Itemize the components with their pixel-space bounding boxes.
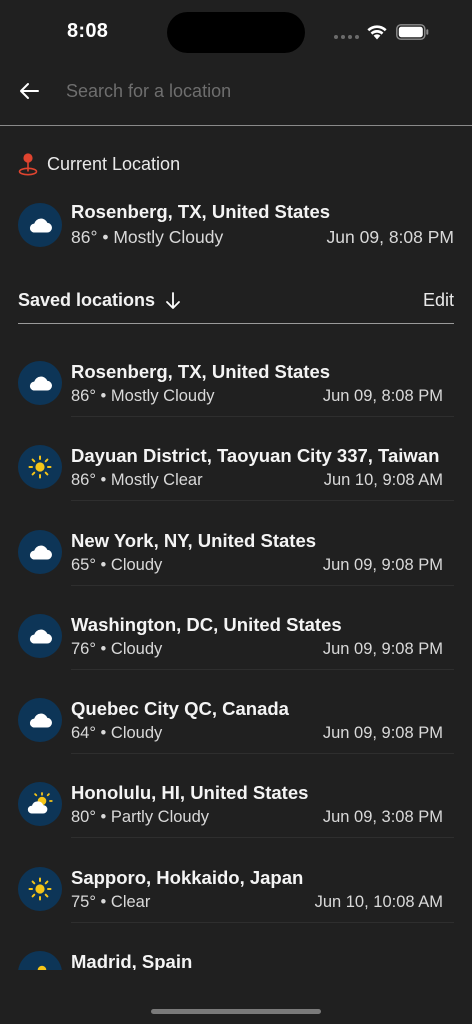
row-divider bbox=[71, 753, 454, 755]
back-button[interactable] bbox=[14, 76, 44, 106]
saved-location-row[interactable]: Quebec City QC, Canada 64° • Cloudy Jun … bbox=[18, 683, 454, 767]
location-weather: 80° • Partly Cloudy bbox=[71, 808, 210, 827]
location-name: New York, NY, United States bbox=[71, 529, 317, 551]
condition: Mostly Clear bbox=[110, 471, 203, 490]
location-name: Dayuan District, Taoyuan City 337, Taiwa… bbox=[71, 445, 440, 467]
saved-divider bbox=[18, 323, 454, 324]
status-bar: 8:08 bbox=[0, 0, 472, 60]
location-weather: 86° • Mostly Cloudy bbox=[71, 387, 215, 405]
edit-button[interactable]: Edit bbox=[423, 290, 454, 311]
temperature: 75° bbox=[71, 892, 96, 911]
saved-location-row[interactable]: Honolulu, HI, United States 80° • Partly… bbox=[18, 767, 454, 851]
location-datetime: Jun 09, 9:08 PM bbox=[322, 724, 443, 743]
location-name: Sapporo, Hokkaido, Japan bbox=[71, 866, 304, 888]
location-name: Washington, DC, United States bbox=[71, 613, 342, 635]
current-location-section: Current Location bbox=[18, 150, 458, 178]
search-input[interactable] bbox=[66, 76, 446, 106]
saved-locations-sort-toggle[interactable]: Saved locations bbox=[18, 290, 181, 311]
row-divider bbox=[71, 584, 454, 586]
condition: Mostly Cloudy bbox=[113, 227, 224, 247]
partly-cloudy-icon bbox=[37, 965, 47, 970]
weather-badge bbox=[18, 782, 62, 827]
location-weather: 76° • Cloudy bbox=[71, 639, 163, 658]
weather-badge bbox=[18, 613, 62, 658]
location-pin-icon bbox=[18, 153, 38, 176]
cloud-icon bbox=[29, 713, 53, 728]
condition: Mostly Cloudy bbox=[110, 387, 215, 405]
location-name: Rosenberg, TX, United States bbox=[71, 361, 331, 382]
location-name: Madrid, Spain bbox=[71, 951, 193, 970]
home-indicator bbox=[151, 1009, 321, 1014]
location-name: Rosenberg, TX, United States bbox=[71, 201, 331, 222]
current-location-label-text: Current Location bbox=[47, 153, 181, 174]
wifi-icon bbox=[367, 25, 387, 40]
location-datetime: Jun 10, 10:08 AM bbox=[314, 892, 443, 911]
cloud-icon bbox=[29, 629, 53, 644]
sun-icon bbox=[28, 455, 52, 479]
dynamic-island bbox=[167, 12, 305, 53]
battery-icon bbox=[396, 24, 429, 40]
cloud-icon bbox=[29, 218, 53, 233]
row-divider bbox=[71, 837, 454, 839]
weather-badge bbox=[18, 203, 62, 247]
saved-location-row[interactable]: Sapporo, Hokkaido, Japan 75° • Clear Jun… bbox=[18, 852, 454, 936]
location-weather: 75° • Clear bbox=[71, 892, 151, 911]
condition: Cloudy bbox=[110, 724, 163, 743]
temperature: 76° bbox=[71, 639, 96, 658]
row-divider bbox=[71, 416, 454, 417]
weather-badge bbox=[18, 866, 62, 911]
weather-badge bbox=[18, 361, 62, 405]
location-search-screen: 8:08 Current Location bbox=[0, 0, 472, 1024]
location-datetime: Jun 09, 3:08 PM bbox=[322, 808, 443, 827]
weather-badge bbox=[18, 529, 62, 574]
sun-icon bbox=[28, 877, 52, 901]
status-time: 8:08 bbox=[67, 20, 109, 42]
partly-cloudy-icon bbox=[27, 792, 53, 814]
saved-locations-list: Rosenberg, TX, United States 86° • Mostl… bbox=[18, 346, 454, 970]
saved-location-row[interactable]: Washington, DC, United States 76° • Clou… bbox=[18, 599, 454, 683]
saved-locations-header: Saved locations Edit bbox=[18, 286, 454, 316]
location-datetime: Jun 09, 8:08 PM bbox=[326, 227, 454, 247]
arrow-left-icon bbox=[20, 83, 39, 99]
weather-badge bbox=[18, 951, 62, 970]
cloud-icon bbox=[29, 376, 53, 391]
row-divider bbox=[71, 500, 454, 502]
current-location-card[interactable]: Rosenberg, TX, United States 86° • Mostl… bbox=[18, 198, 454, 254]
temperature: 80° bbox=[71, 808, 96, 827]
weather-badge bbox=[18, 698, 62, 743]
cloud-icon bbox=[29, 545, 53, 560]
saved-location-row[interactable]: Dayuan District, Taoyuan City 337, Taiwa… bbox=[18, 430, 454, 514]
arrow-down-icon bbox=[166, 291, 180, 309]
temperature: 86° bbox=[71, 387, 96, 405]
saved-location-row[interactable]: Madrid, Spain bbox=[18, 936, 454, 970]
saved-locations-title: Saved locations bbox=[18, 290, 156, 310]
location-datetime: Jun 10, 9:08 AM bbox=[323, 471, 443, 490]
row-divider bbox=[71, 921, 454, 923]
cellular-signal-icon bbox=[334, 35, 360, 41]
location-weather: 64° • Cloudy bbox=[71, 724, 163, 743]
current-location-label: Current Location bbox=[18, 150, 458, 178]
location-datetime: Jun 09, 9:08 PM bbox=[322, 639, 443, 658]
saved-location-row[interactable]: Rosenberg, TX, United States 86° • Mostl… bbox=[18, 346, 454, 430]
location-weather: 65° • Cloudy bbox=[71, 555, 163, 574]
condition: Partly Cloudy bbox=[110, 808, 210, 827]
temperature: 86° bbox=[71, 227, 98, 247]
search-bar bbox=[0, 66, 472, 116]
location-weather: 86° • Mostly Cloudy bbox=[71, 227, 224, 247]
location-name: Quebec City QC, Canada bbox=[71, 698, 289, 720]
weather-badge bbox=[18, 445, 62, 490]
temperature: 86° bbox=[71, 471, 96, 490]
condition: Cloudy bbox=[110, 555, 163, 574]
header-divider bbox=[0, 125, 472, 126]
location-name: Honolulu, HI, United States bbox=[71, 782, 309, 804]
location-datetime: Jun 09, 8:08 PM bbox=[322, 387, 443, 405]
condition: Cloudy bbox=[110, 639, 163, 658]
condition: Clear bbox=[110, 892, 151, 911]
row-divider bbox=[71, 668, 454, 670]
temperature: 65° bbox=[71, 555, 96, 574]
location-weather: 86° • Mostly Clear bbox=[71, 471, 203, 490]
location-datetime: Jun 09, 9:08 PM bbox=[322, 555, 443, 574]
saved-location-row[interactable]: New York, NY, United States 65° • Cloudy… bbox=[18, 515, 454, 599]
temperature: 64° bbox=[71, 724, 96, 743]
